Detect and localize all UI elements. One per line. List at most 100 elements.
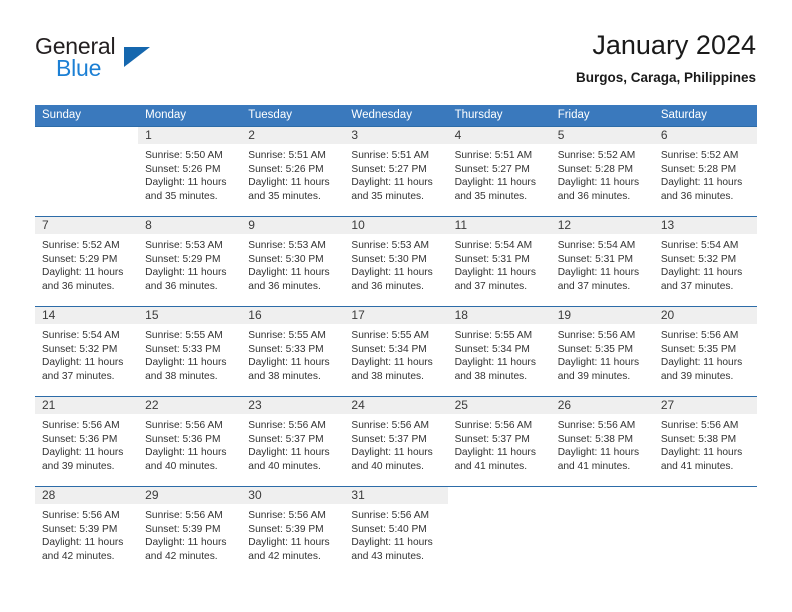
- daylight-duration-line2: and 36 minutes.: [351, 280, 424, 292]
- day-details: Sunrise: 5:56 AM Sunset: 5:38 PM Daylight:…: [654, 414, 757, 473]
- day-cell[interactable]: 17 Sunrise: 5:55 AM Sunset: 5:34 PM Dayligh…: [344, 307, 448, 396]
- day-cell[interactable]: 29 Sunrise: 5:56 AM Sunset: 5:39 PM Dayligh…: [138, 487, 242, 576]
- daylight-duration-line2: and 36 minutes.: [248, 280, 321, 292]
- day-cell[interactable]: 3 Sunrise: 5:51 AM Sunset: 5:27 PM Daylight…: [344, 127, 448, 216]
- day-cell[interactable]: 30 Sunrise: 5:56 AM Sunset: 5:39 PM Dayligh…: [241, 487, 345, 576]
- sunrise-time: Sunrise: 5:51 AM: [454, 150, 533, 161]
- day-cell[interactable]: 13 Sunrise: 5:54 AM Sunset: 5:32 PM Dayligh…: [653, 217, 757, 306]
- calendar-cell: 9 Sunrise: 5:53 AM Sunset: 5:30 PM Daylight…: [241, 216, 345, 307]
- daylight-duration-line1: Daylight: 11 hours: [454, 177, 536, 188]
- general-blue-logo[interactable]: General Blue: [35, 33, 225, 89]
- day-number: 15: [145, 308, 159, 322]
- calendar-cell: 12 Sunrise: 5:54 AM Sunset: 5:31 PM Dayligh…: [550, 216, 654, 307]
- daylight-duration-line1: Daylight: 11 hours: [660, 447, 743, 458]
- day-number: 18: [454, 308, 468, 322]
- daylight-duration-line1: Daylight: 11 hours: [145, 537, 227, 548]
- calendar-week-row: 14 Sunrise: 5:54 AM Sunset: 5:32 PM Dayligh…: [35, 306, 757, 397]
- day-details: Sunrise: 5:51 AM Sunset: 5:27 PM Daylight:…: [448, 144, 551, 203]
- day-details: Sunrise: 5:53 AM Sunset: 5:30 PM Daylight:…: [344, 234, 447, 293]
- sunrise-time: Sunrise: 5:52 AM: [42, 240, 120, 251]
- calendar-cell: 14 Sunrise: 5:54 AM Sunset: 5:32 PM Dayligh…: [35, 306, 139, 397]
- daylight-duration-line2: and 35 minutes.: [145, 190, 218, 202]
- day-cell[interactable]: 12 Sunrise: 5:54 AM Sunset: 5:31 PM Dayligh…: [550, 217, 654, 306]
- sunset-time: Sunset: 5:34 PM: [351, 343, 427, 355]
- daylight-duration-line2: and 40 minutes.: [145, 460, 218, 472]
- day-cell[interactable]: 16 Sunrise: 5:55 AM Sunset: 5:33 PM Dayligh…: [241, 307, 345, 396]
- day-cell[interactable]: 7 Sunrise: 5:52 AM Sunset: 5:29 PM Daylight…: [35, 217, 139, 306]
- day-cell[interactable]: 11 Sunrise: 5:54 AM Sunset: 5:31 PM Dayligh…: [447, 217, 551, 306]
- day-cell[interactable]: 28 Sunrise: 5:56 AM Sunset: 5:39 PM Dayligh…: [35, 487, 139, 576]
- day-number: 19: [557, 308, 572, 322]
- sunset-time: Sunset: 5:32 PM: [42, 343, 118, 355]
- sunset-time: Sunset: 5:39 PM: [248, 523, 324, 535]
- sunrise-time: Sunrise: 5:56 AM: [660, 420, 739, 431]
- calendar-week-row: 7 Sunrise: 5:52 AM Sunset: 5:29 PM Daylight…: [35, 216, 757, 307]
- daylight-duration-line2: and 41 minutes.: [454, 460, 528, 472]
- day-cell[interactable]: 4 Sunrise: 5:51 AM Sunset: 5:27 PM Daylight…: [447, 127, 551, 216]
- day-cell[interactable]: 19 Sunrise: 5:56 AM Sunset: 5:35 PM Dayligh…: [550, 307, 654, 396]
- sunset-time: Sunset: 5:38 PM: [557, 433, 634, 445]
- daylight-duration-line1: Daylight: 11 hours: [42, 537, 124, 548]
- day-cell[interactable]: 21 Sunrise: 5:56 AM Sunset: 5:36 PM Dayligh…: [35, 397, 139, 486]
- sunset-time: Sunset: 5:33 PM: [248, 343, 324, 355]
- daylight-duration-line1: Daylight: 11 hours: [145, 447, 227, 458]
- sunset-time: Sunset: 5:35 PM: [660, 343, 737, 355]
- day-cell[interactable]: 15 Sunrise: 5:55 AM Sunset: 5:33 PM Dayligh…: [138, 307, 242, 396]
- day-cell[interactable]: 20 Sunrise: 5:56 AM Sunset: 5:35 PM Dayligh…: [653, 307, 757, 396]
- weekday-header-tuesday: Tuesday: [241, 105, 345, 127]
- daylight-duration-line2: and 39 minutes.: [557, 370, 631, 382]
- daylight-duration-line1: Daylight: 11 hours: [660, 357, 743, 368]
- day-cell[interactable]: 26 Sunrise: 5:56 AM Sunset: 5:38 PM Dayligh…: [550, 397, 654, 486]
- calendar-cell: 24 Sunrise: 5:56 AM Sunset: 5:37 PM Dayligh…: [344, 396, 448, 487]
- sunset-time: Sunset: 5:28 PM: [660, 163, 737, 175]
- daylight-duration-line1: Daylight: 11 hours: [248, 177, 330, 188]
- day-cell[interactable]: 14 Sunrise: 5:54 AM Sunset: 5:32 PM Dayligh…: [35, 307, 139, 396]
- daylight-duration-line2: and 39 minutes.: [660, 370, 734, 382]
- sunset-time: Sunset: 5:31 PM: [454, 253, 530, 265]
- sunrise-time: Sunrise: 5:56 AM: [660, 330, 739, 341]
- day-cell[interactable]: 23 Sunrise: 5:56 AM Sunset: 5:37 PM Dayligh…: [241, 397, 345, 486]
- daylight-duration-line2: and 37 minutes.: [660, 280, 734, 292]
- daylight-duration-line1: Daylight: 11 hours: [351, 537, 433, 548]
- day-cell[interactable]: 9 Sunrise: 5:53 AM Sunset: 5:30 PM Daylight…: [241, 217, 345, 306]
- day-details: Sunrise: 5:56 AM Sunset: 5:40 PM Daylight:…: [344, 504, 447, 563]
- daylight-duration-line1: Daylight: 11 hours: [248, 537, 330, 548]
- day-cell[interactable]: 8 Sunrise: 5:53 AM Sunset: 5:29 PM Daylight…: [138, 217, 242, 306]
- day-cell[interactable]: 24 Sunrise: 5:56 AM Sunset: 5:37 PM Dayligh…: [344, 397, 448, 486]
- day-cell[interactable]: 10 Sunrise: 5:53 AM Sunset: 5:30 PM Dayligh…: [344, 217, 448, 306]
- day-details: Sunrise: 5:51 AM Sunset: 5:26 PM Daylight:…: [241, 144, 344, 203]
- calendar-cell: 27 Sunrise: 5:56 AM Sunset: 5:38 PM Dayligh…: [653, 396, 757, 487]
- day-cell[interactable]: 25 Sunrise: 5:56 AM Sunset: 5:37 PM Dayligh…: [447, 397, 551, 486]
- day-details: Sunrise: 5:54 AM Sunset: 5:31 PM Daylight:…: [551, 234, 654, 293]
- day-cell[interactable]: 31 Sunrise: 5:56 AM Sunset: 5:40 PM Dayligh…: [344, 487, 448, 576]
- sunrise-time: Sunrise: 5:56 AM: [42, 420, 120, 431]
- sunrise-time: Sunrise: 5:54 AM: [42, 330, 120, 341]
- calendar-cell: 13 Sunrise: 5:54 AM Sunset: 5:32 PM Dayligh…: [653, 216, 757, 307]
- page-title: January 2024: [592, 30, 756, 60]
- calendar-cell: 5 Sunrise: 5:52 AM Sunset: 5:28 PM Daylight…: [550, 126, 654, 217]
- sunset-time: Sunset: 5:36 PM: [145, 433, 221, 445]
- weekday-header-sunday: Sunday: [35, 105, 139, 127]
- day-cell[interactable]: 2 Sunrise: 5:51 AM Sunset: 5:26 PM Daylight…: [241, 127, 345, 216]
- daylight-duration-line2: and 39 minutes.: [42, 460, 115, 472]
- day-cell[interactable]: 18 Sunrise: 5:55 AM Sunset: 5:34 PM Dayligh…: [447, 307, 551, 396]
- day-cell[interactable]: 22 Sunrise: 5:56 AM Sunset: 5:36 PM Dayligh…: [138, 397, 242, 486]
- sunrise-time: Sunrise: 5:56 AM: [145, 510, 223, 521]
- sunrise-time: Sunrise: 5:51 AM: [351, 150, 430, 161]
- sunrise-time: Sunrise: 5:56 AM: [351, 510, 430, 521]
- sunrise-time: Sunrise: 5:55 AM: [248, 330, 326, 341]
- title-block: January 2024 Burgos, Caraga, Philippines: [576, 28, 756, 87]
- day-cell[interactable]: 5 Sunrise: 5:52 AM Sunset: 5:28 PM Daylight…: [550, 127, 654, 216]
- day-details: Sunrise: 5:56 AM Sunset: 5:37 PM Daylight:…: [344, 414, 447, 473]
- sunset-time: Sunset: 5:37 PM: [351, 433, 427, 445]
- day-details: Sunrise: 5:55 AM Sunset: 5:34 PM Daylight:…: [448, 324, 551, 383]
- day-number: 13: [660, 218, 675, 232]
- daylight-duration-line2: and 36 minutes.: [660, 190, 734, 202]
- day-details: Sunrise: 5:56 AM Sunset: 5:39 PM Daylight:…: [241, 504, 344, 563]
- day-cell[interactable]: 1 Sunrise: 5:50 AM Sunset: 5:26 PM Daylight…: [138, 127, 242, 216]
- day-number: 29: [145, 488, 159, 502]
- daylight-duration-line1: Daylight: 11 hours: [42, 357, 124, 368]
- daylight-duration-line1: Daylight: 11 hours: [557, 177, 640, 188]
- day-cell[interactable]: 27 Sunrise: 5:56 AM Sunset: 5:38 PM Dayligh…: [653, 397, 757, 486]
- day-cell[interactable]: 6 Sunrise: 5:52 AM Sunset: 5:28 PM Daylight…: [653, 127, 757, 216]
